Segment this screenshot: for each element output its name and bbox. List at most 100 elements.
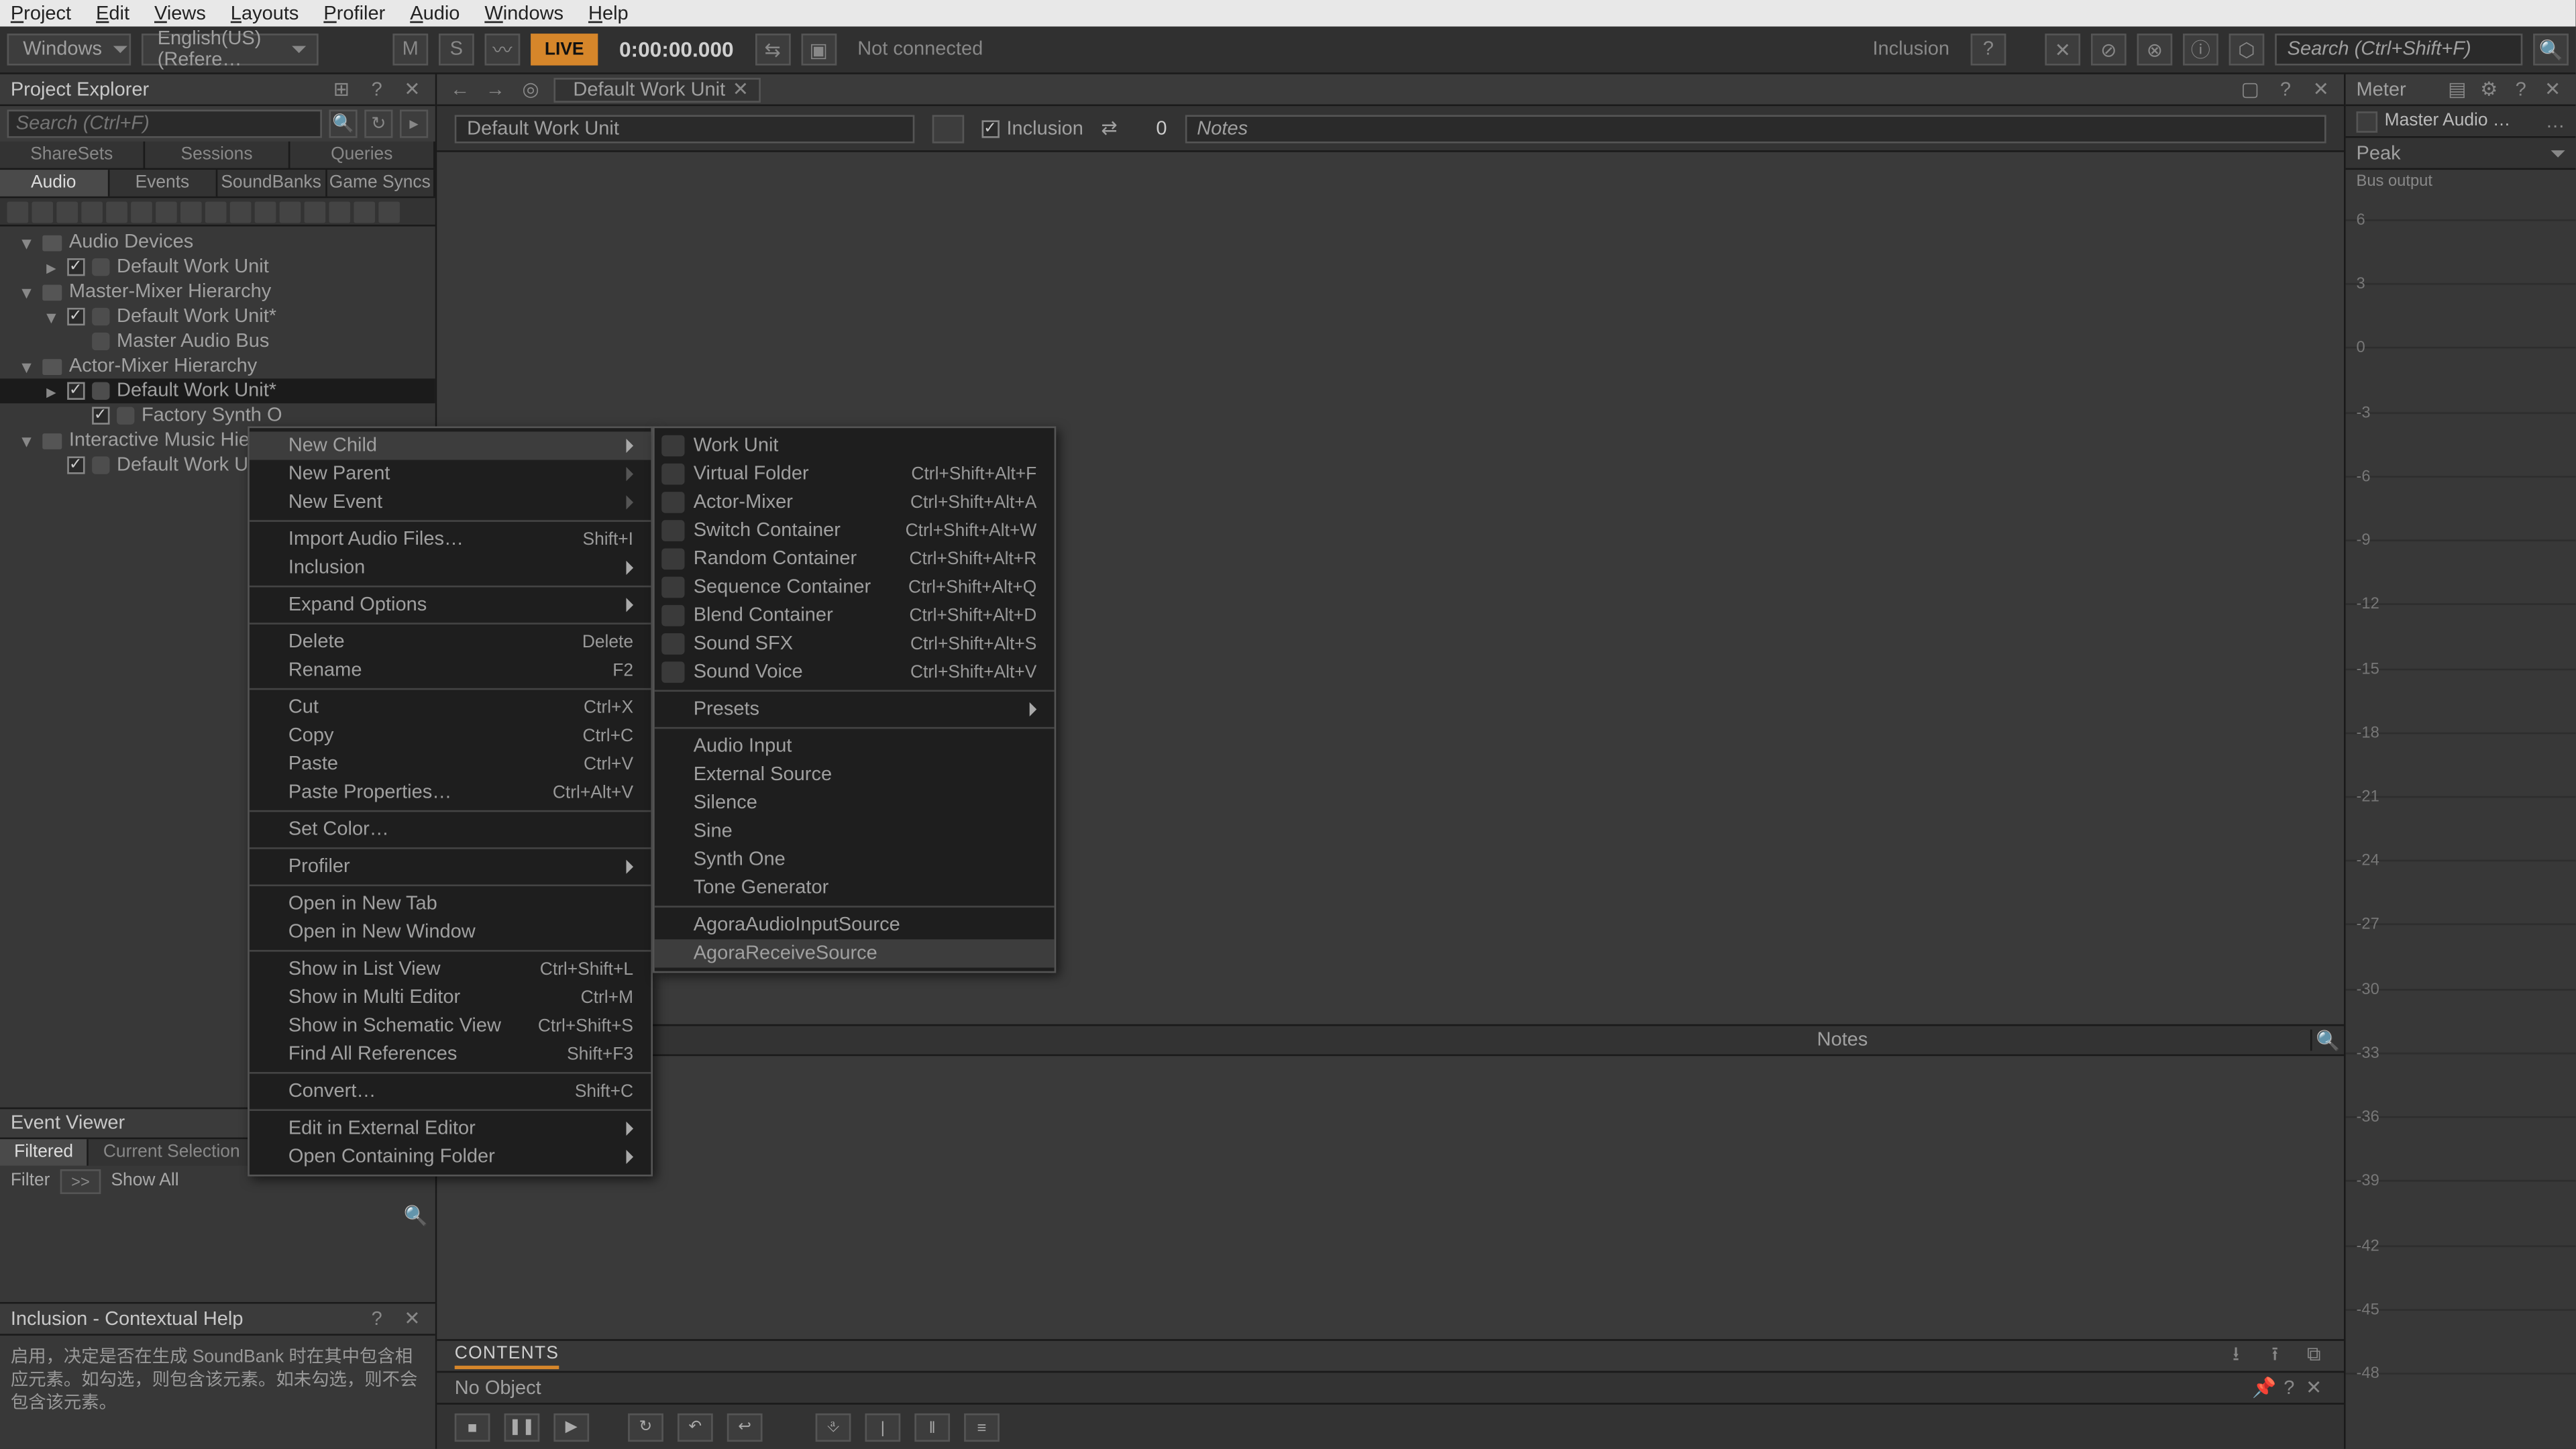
help-icon[interactable]: ?: [2273, 77, 2298, 102]
menu-item[interactable]: Actor-MixerCtrl+Shift+Alt+A: [655, 488, 1055, 517]
pin-icon[interactable]: ⊞: [329, 77, 354, 102]
menu-item[interactable]: Show in List ViewCtrl+Shift+L: [250, 955, 651, 983]
view-icon[interactable]: [32, 201, 53, 222]
inclusion-checkbox[interactable]: [67, 382, 85, 400]
help-icon[interactable]: ?: [2277, 1375, 2302, 1400]
meter-source[interactable]: Master Audio … …: [2346, 106, 2576, 138]
waveform-icon[interactable]: 〰: [485, 34, 521, 65]
more-icon[interactable]: …: [2546, 111, 2565, 132]
error-icon[interactable]: ⊗: [2137, 34, 2172, 65]
help-icon[interactable]: ?: [364, 1306, 389, 1331]
tree-node[interactable]: ▾Master-Mixer Hierarchy: [0, 280, 435, 305]
view-icon[interactable]: [56, 201, 78, 222]
menu-item[interactable]: Blend ContainerCtrl+Shift+Alt+D: [655, 602, 1055, 630]
menu-item[interactable]: AgoraAudioInputSource: [655, 911, 1055, 939]
close-icon[interactable]: ✕: [400, 1306, 425, 1331]
tree-node[interactable]: ▾Default Work Unit*: [0, 305, 435, 329]
download-icon[interactable]: ⭳: [2224, 1344, 2249, 1368]
view-icon[interactable]: [230, 201, 252, 222]
menu-item[interactable]: Show in Schematic ViewCtrl+Shift+S: [250, 1012, 651, 1040]
view-icon[interactable]: [280, 201, 301, 222]
menu-item[interactable]: External Source: [655, 761, 1055, 789]
inclusion-toggle[interactable]: Inclusion: [982, 117, 1083, 139]
show-all-button[interactable]: Show All: [111, 1171, 178, 1191]
menu-item[interactable]: Sequence ContainerCtrl+Shift+Alt+Q: [655, 573, 1055, 601]
view-icon[interactable]: [106, 201, 127, 222]
gear-icon[interactable]: ⚙: [2477, 77, 2502, 102]
view-icon[interactable]: [329, 201, 350, 222]
mute-toggle[interactable]: M: [392, 34, 428, 65]
tab-audio[interactable]: Audio: [0, 170, 109, 197]
app-menubar[interactable]: Project Edit Views Layouts Profiler Audi…: [0, 0, 2575, 27]
info-icon[interactable]: ⓘ: [2183, 34, 2218, 65]
menu-item[interactable]: Open in New Window: [250, 918, 651, 947]
menu-item[interactable]: Presets: [655, 695, 1055, 723]
pause-button[interactable]: ❚❚: [504, 1413, 540, 1441]
loop-icon[interactable]: ↻: [628, 1413, 663, 1441]
tree-node[interactable]: ▾Actor-Mixer Hierarchy: [0, 354, 435, 378]
close-icon[interactable]: ✕: [2045, 34, 2080, 65]
menu-item[interactable]: CopyCtrl+C: [250, 722, 651, 750]
menu-item[interactable]: Paste Properties…Ctrl+Alt+V: [250, 778, 651, 806]
search-icon[interactable]: 🔍: [329, 109, 357, 138]
stop-button[interactable]: ■: [455, 1413, 490, 1441]
menu-item[interactable]: AgoraReceiveSource: [655, 939, 1055, 967]
search-icon[interactable]: 🔍: [2533, 34, 2569, 65]
tab-events[interactable]: Events: [109, 170, 217, 197]
inclusion-checkbox[interactable]: [92, 407, 109, 425]
filter-expand[interactable]: >>: [60, 1169, 100, 1193]
reference-count[interactable]: ⇄ 0: [1101, 117, 1167, 140]
meter-mode-dropdown[interactable]: Peak: [2346, 138, 2576, 170]
menu-item[interactable]: Silence: [655, 789, 1055, 817]
back-icon[interactable]: ←: [447, 77, 472, 102]
tab-current-selection[interactable]: Current Selection: [89, 1139, 256, 1166]
live-badge[interactable]: LIVE: [531, 34, 598, 65]
layout-icon[interactable]: ▤: [2445, 77, 2469, 102]
forward-icon[interactable]: ▸: [400, 109, 428, 138]
view-icon[interactable]: [305, 201, 326, 222]
menu-item[interactable]: Show in Multi EditorCtrl+M: [250, 983, 651, 1012]
menu-item[interactable]: Find All ReferencesShift+F3: [250, 1040, 651, 1069]
marker-icon[interactable]: ‖: [914, 1413, 950, 1441]
menu-item[interactable]: Synth One: [655, 845, 1055, 873]
marker-icon[interactable]: ⎀: [816, 1413, 851, 1441]
inclusion-checkbox[interactable]: [67, 258, 85, 276]
view-icon[interactable]: [156, 201, 177, 222]
marker-icon[interactable]: ≡: [964, 1413, 1000, 1441]
pin-icon[interactable]: 📌: [2252, 1375, 2277, 1400]
menu-item[interactable]: Switch ContainerCtrl+Shift+Alt+W: [655, 517, 1055, 545]
view-icon[interactable]: [131, 201, 152, 222]
tree-node-selected[interactable]: ▸Default Work Unit*: [0, 378, 435, 403]
menu-item[interactable]: PasteCtrl+V: [250, 750, 651, 778]
close-icon[interactable]: ✕: [733, 78, 749, 101]
shield-icon[interactable]: ⬡: [2229, 34, 2265, 65]
tree-node[interactable]: ▾Audio Devices: [0, 230, 435, 255]
view-icon[interactable]: [354, 201, 375, 222]
menu-item[interactable]: Work Unit: [655, 431, 1055, 460]
menu-item[interactable]: Open Containing Folder: [250, 1143, 651, 1171]
warning-icon[interactable]: ⊘: [2091, 34, 2127, 65]
notes-field[interactable]: Notes: [1185, 114, 2326, 142]
marker-icon[interactable]: |: [865, 1413, 900, 1441]
close-icon[interactable]: ✕: [2308, 77, 2333, 102]
view-icon[interactable]: [378, 201, 400, 222]
play-button[interactable]: ▶: [553, 1413, 589, 1441]
menu-item[interactable]: Random ContainerCtrl+Shift+Alt+R: [655, 545, 1055, 573]
pin-icon[interactable]: [2356, 111, 2377, 132]
menu-views[interactable]: Views: [154, 3, 206, 24]
inclusion-checkbox[interactable]: [67, 308, 85, 325]
context-menu[interactable]: New ChildNew ParentNew EventImport Audio…: [248, 427, 653, 1177]
tree-node[interactable]: ▸Default Work Unit: [0, 255, 435, 280]
menu-item[interactable]: Sine: [655, 817, 1055, 845]
remote-icon[interactable]: ▣: [801, 34, 837, 65]
return-icon[interactable]: ↩: [727, 1413, 763, 1441]
tab-soundbanks[interactable]: SoundBanks: [217, 170, 326, 197]
tab-sessions[interactable]: Sessions: [145, 142, 290, 168]
menu-item[interactable]: RenameF2: [250, 656, 651, 684]
color-swatch[interactable]: [932, 114, 964, 142]
tab-filtered[interactable]: Filtered: [0, 1139, 89, 1166]
menu-item[interactable]: Profiler: [250, 853, 651, 881]
tree-node[interactable]: Master Audio Bus: [0, 329, 435, 354]
menu-item[interactable]: CutCtrl+X: [250, 694, 651, 722]
menu-windows[interactable]: Windows: [484, 3, 564, 24]
